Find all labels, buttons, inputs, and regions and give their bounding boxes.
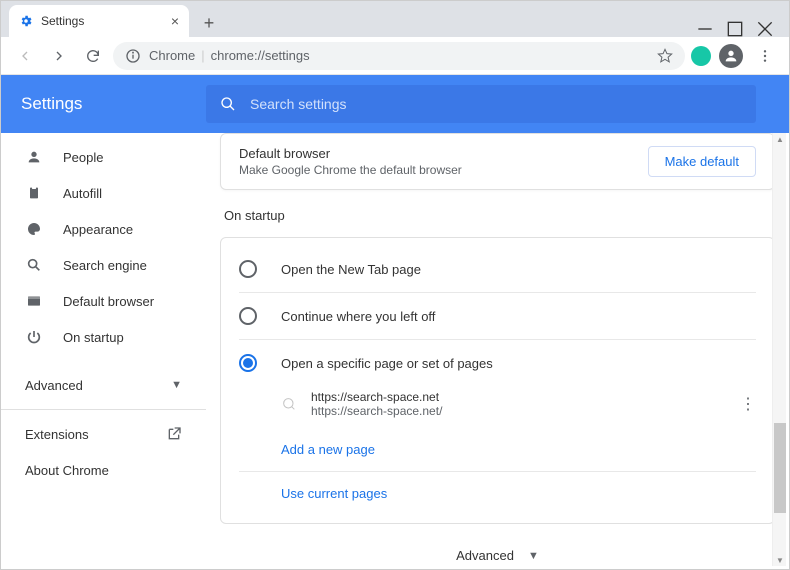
settings-gear-icon	[19, 14, 33, 28]
globe-icon	[281, 396, 297, 412]
startup-option-specific-pages[interactable]: Open a specific page or set of pages	[221, 340, 774, 386]
startup-option-new-tab[interactable]: Open the New Tab page	[221, 246, 774, 292]
advanced-label: Advanced	[25, 378, 83, 393]
divider	[1, 409, 206, 410]
extension-icon[interactable]	[691, 46, 711, 66]
use-current-pages-link[interactable]: Use current pages	[221, 472, 774, 515]
sidebar-label: People	[63, 150, 103, 165]
main-content: Default browser Make Google Chrome the d…	[206, 133, 789, 569]
close-icon[interactable]	[757, 21, 773, 37]
sidebar-label: Appearance	[63, 222, 133, 237]
kebab-icon	[757, 48, 773, 64]
profile-avatar-icon[interactable]	[719, 44, 743, 68]
minimize-icon[interactable]	[697, 21, 713, 37]
bookmark-star-icon[interactable]	[657, 48, 673, 64]
window-controls	[697, 15, 781, 37]
sidebar-about[interactable]: About Chrome	[1, 452, 206, 488]
add-new-page-link[interactable]: Add a new page	[221, 428, 774, 471]
menu-button[interactable]	[751, 42, 779, 70]
search-box[interactable]	[206, 85, 756, 123]
scroll-up-icon[interactable]: ▲	[774, 133, 786, 145]
section-title-startup: On startup	[224, 208, 771, 223]
clipboard-icon	[25, 185, 43, 201]
address-divider: |	[201, 48, 204, 63]
radio-icon	[239, 307, 257, 325]
sidebar-item-on-startup[interactable]: On startup	[1, 319, 206, 355]
sidebar-label: Search engine	[63, 258, 147, 273]
scrollbar[interactable]: ▲ ▼	[772, 133, 786, 566]
chevron-down-icon: ▼	[171, 379, 182, 391]
radio-label: Open a specific page or set of pages	[281, 356, 493, 371]
scrollbar-thumb[interactable]	[774, 423, 786, 513]
title-bar: Settings × +	[1, 1, 789, 37]
address-prefix: Chrome	[149, 48, 195, 63]
radio-icon	[239, 260, 257, 278]
reload-icon	[85, 48, 101, 64]
sidebar: People Autofill Appearance Search engine…	[1, 133, 206, 569]
sidebar-item-search-engine[interactable]: Search engine	[1, 247, 206, 283]
app-title: Settings	[21, 94, 206, 114]
about-label: About Chrome	[25, 463, 109, 478]
info-icon	[125, 48, 141, 64]
open-in-new-icon	[166, 426, 182, 442]
sidebar-label: Autofill	[63, 186, 102, 201]
power-icon	[25, 329, 43, 345]
back-button[interactable]	[11, 42, 39, 70]
sidebar-item-default-browser[interactable]: Default browser	[1, 283, 206, 319]
maximize-icon[interactable]	[727, 21, 743, 37]
sidebar-label: Default browser	[63, 294, 154, 309]
tab-title: Settings	[41, 14, 171, 28]
scroll-down-icon[interactable]: ▼	[774, 554, 786, 566]
forward-button[interactable]	[45, 42, 73, 70]
search-icon	[25, 257, 43, 273]
arrow-right-icon	[51, 48, 67, 64]
startup-option-continue[interactable]: Continue where you left off	[221, 293, 774, 339]
radio-label: Continue where you left off	[281, 309, 435, 324]
search-icon	[220, 96, 236, 112]
person-icon	[25, 149, 43, 165]
address-bar[interactable]: Chrome | chrome://settings	[113, 42, 685, 70]
radio-label: Open the New Tab page	[281, 262, 421, 277]
card-subtitle: Make Google Chrome the default browser	[239, 163, 462, 177]
sidebar-label: On startup	[63, 330, 124, 345]
reload-button[interactable]	[79, 42, 107, 70]
extensions-label: Extensions	[25, 427, 89, 442]
app-bar: Settings	[1, 75, 789, 133]
browser-toolbar: Chrome | chrome://settings	[1, 37, 789, 75]
advanced-footer[interactable]: Advanced ▼	[220, 524, 775, 569]
new-tab-button[interactable]: +	[195, 9, 223, 37]
page-more-button[interactable]: ⋮	[740, 394, 756, 414]
make-default-button[interactable]: Make default	[648, 146, 756, 177]
search-input[interactable]	[250, 96, 742, 112]
tab-close-icon[interactable]: ×	[171, 13, 179, 29]
advanced-label: Advanced	[456, 548, 514, 563]
startup-card: Open the New Tab page Continue where you…	[220, 237, 775, 524]
sidebar-item-people[interactable]: People	[1, 139, 206, 175]
toolbar-right	[691, 42, 779, 70]
address-url: chrome://settings	[211, 48, 310, 63]
arrow-left-icon	[17, 48, 33, 64]
default-browser-card: Default browser Make Google Chrome the d…	[220, 133, 775, 190]
startup-page-entry: https://search-space.net https://search-…	[221, 386, 774, 428]
sidebar-advanced[interactable]: Advanced ▼	[1, 367, 206, 403]
chevron-down-icon: ▼	[528, 550, 539, 562]
radio-icon-selected	[239, 354, 257, 372]
browser-icon	[25, 293, 43, 309]
card-title: Default browser	[239, 146, 462, 161]
sidebar-item-autofill[interactable]: Autofill	[1, 175, 206, 211]
sidebar-extensions[interactable]: Extensions	[1, 416, 206, 452]
sidebar-item-appearance[interactable]: Appearance	[1, 211, 206, 247]
browser-tab[interactable]: Settings ×	[9, 5, 189, 37]
page-title: https://search-space.net	[311, 390, 726, 404]
palette-icon	[25, 221, 43, 237]
page-url: https://search-space.net/	[311, 404, 726, 418]
